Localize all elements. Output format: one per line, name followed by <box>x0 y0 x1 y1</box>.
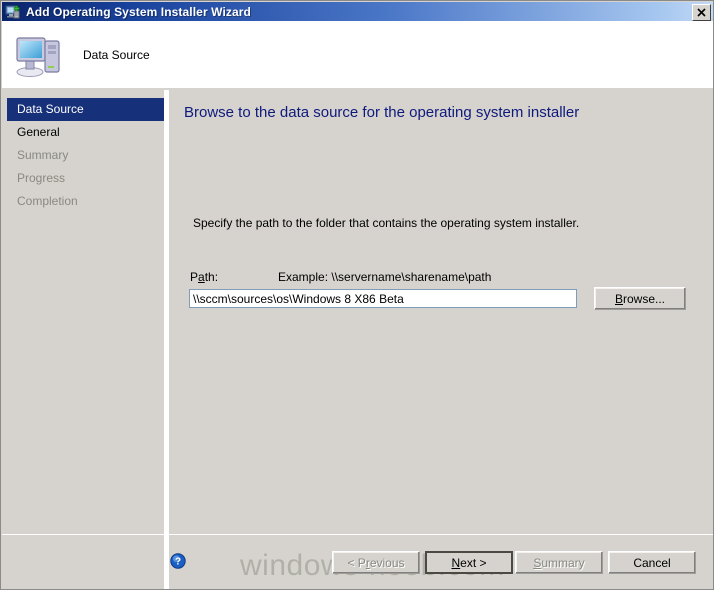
cancel-button[interactable]: Cancel <box>608 551 696 574</box>
sidebar-item-general[interactable]: General <box>7 121 164 144</box>
path-label: Path: <box>190 270 218 284</box>
next-button[interactable]: Next > <box>425 551 513 574</box>
banner-title: Data Source <box>83 47 150 62</box>
wizard-window: Add Operating System Installer Wizard Da… <box>0 0 714 590</box>
page-title: Browse to the data source for the operat… <box>184 104 580 121</box>
previous-button: < Previous <box>332 551 420 574</box>
summary-label-post: ummary <box>541 555 585 570</box>
svg-text:?: ? <box>175 557 181 568</box>
sidebar-item-label: General <box>17 125 60 139</box>
wizard-banner: Data Source <box>2 21 713 88</box>
help-question-icon[interactable]: ? <box>170 553 186 569</box>
next-label-post: ext > <box>460 555 487 570</box>
sidebar-item-label: Summary <box>17 148 69 162</box>
sidebar-item-completion: Completion <box>7 190 164 213</box>
sidebar-item-label: Progress <box>17 171 66 185</box>
browse-label-post: rowse... <box>623 291 666 306</box>
instruction-text: Specify the path to the folder that cont… <box>193 216 580 230</box>
title-bar: Add Operating System Installer Wizard <box>2 2 713 21</box>
sidebar-item-summary: Summary <box>7 144 164 167</box>
close-icon <box>697 8 706 17</box>
sidebar-item-label: Completion <box>17 194 78 208</box>
wizard-step-sidebar: Data Source General Summary Progress Com… <box>2 90 164 534</box>
wizard-body: Data Source General Summary Progress Com… <box>2 90 713 534</box>
path-label-post: th: <box>204 270 219 284</box>
sidebar-item-data-source[interactable]: Data Source <box>7 98 164 121</box>
path-label-pre: P <box>190 270 199 284</box>
example-path-hint: Example: \\servername\sharename\path <box>278 270 492 284</box>
browse-button[interactable]: Browse... <box>594 287 686 310</box>
browse-label-accel: B <box>614 291 623 306</box>
next-label-accel: N <box>451 555 461 570</box>
computer-add-icon <box>5 4 21 20</box>
sidebar-item-label: Data Source <box>17 102 84 116</box>
close-button[interactable] <box>692 4 711 21</box>
sidebar-item-progress: Progress <box>7 167 164 190</box>
window-title: Add Operating System Installer Wizard <box>26 4 251 19</box>
wizard-content-pane: Browse to the data source for the operat… <box>170 90 713 534</box>
step-list: Data Source General Summary Progress Com… <box>7 98 164 213</box>
cancel-label-pre: Cancel <box>633 555 671 570</box>
path-label-accel: a <box>198 270 205 284</box>
computer-icon <box>15 32 65 78</box>
path-input[interactable] <box>189 289 577 308</box>
summary-button: Summary <box>515 551 603 574</box>
previous-label-pre: < P <box>347 555 366 570</box>
previous-label-post: evious <box>369 555 405 570</box>
